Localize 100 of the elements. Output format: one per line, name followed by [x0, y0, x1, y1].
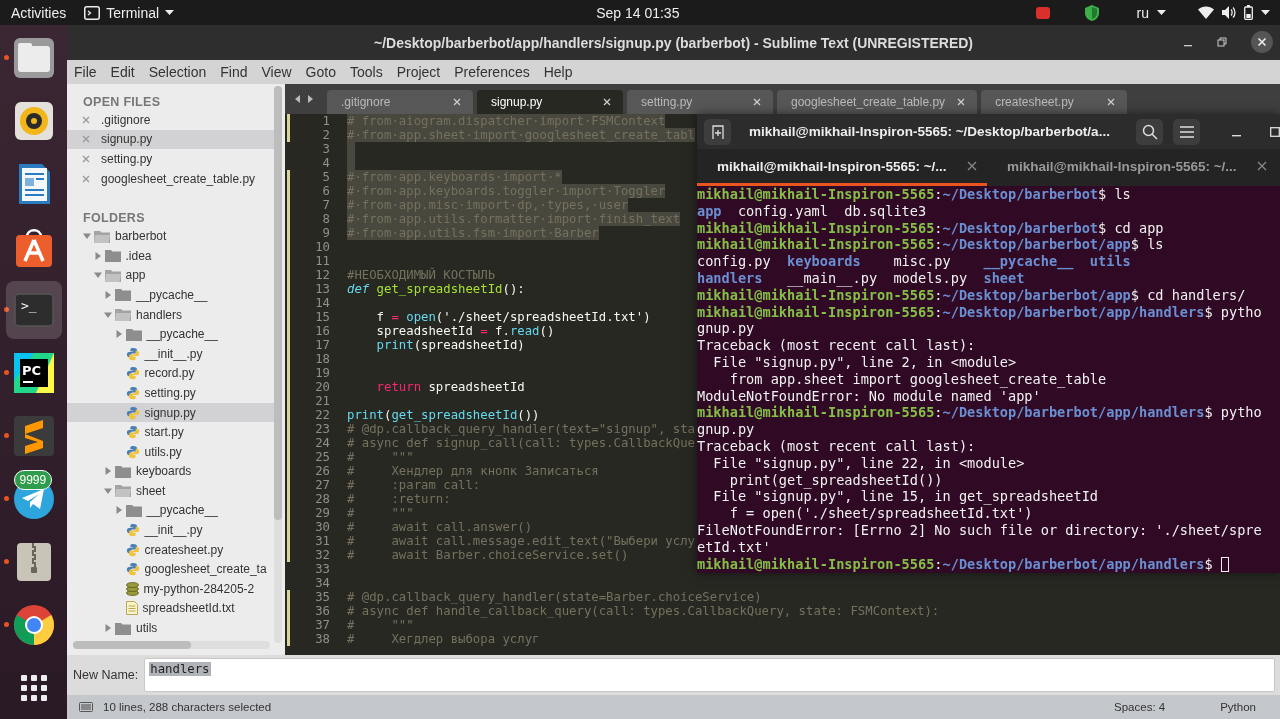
file-tab[interactable]: signup.py — [477, 90, 623, 114]
menu-item[interactable]: Project — [396, 64, 441, 80]
line-number: 3 — [322, 142, 330, 156]
tree-item[interactable]: record.py — [67, 363, 274, 384]
tree-item[interactable]: googlesheet_create_ta — [67, 559, 274, 580]
browser-icon — [11, 602, 56, 647]
file-tab[interactable]: setting.py — [627, 90, 773, 114]
ide-icon: PC — [11, 350, 56, 395]
clock[interactable]: Sep 14 01:35 — [596, 4, 680, 21]
maximize-icon[interactable] — [1270, 126, 1280, 137]
code-line: # await Barber.choiceService.set() — [347, 548, 629, 562]
tree-item[interactable]: barberbot — [67, 226, 274, 246]
collapsed-arrow-icon[interactable] — [93, 251, 102, 260]
menu-button[interactable] — [1173, 118, 1200, 145]
tree-item[interactable]: __init__.py — [67, 343, 274, 364]
open-file-item[interactable]: .gitignore — [67, 110, 274, 130]
open-file-item[interactable]: setting.py — [67, 149, 274, 169]
tree-item[interactable]: __pycache__ — [67, 324, 274, 344]
line-number: 14 — [315, 296, 330, 310]
open-file-item[interactable]: signup.py — [67, 129, 274, 150]
code-line: f = open('./sheet/spreadsheetId.txt') — [375, 310, 651, 324]
terminal-line: mikhail@mikhail-Inspiron-5565:~/Desktop/barberbot/app$ ls — [697, 236, 1165, 254]
shield-icon[interactable] — [1084, 4, 1099, 21]
tree-item[interactable]: utils.py — [67, 441, 274, 462]
tree-item[interactable]: keyboards — [67, 461, 274, 482]
tree-item[interactable]: __init__.py — [67, 520, 274, 540]
new-tab-button[interactable] — [704, 118, 731, 145]
tree-item[interactable]: __pycache__ — [67, 500, 274, 521]
vertical-scrollbar[interactable] — [274, 86, 282, 643]
menu-item[interactable]: Selection — [148, 64, 207, 80]
terminal-line: config.py keyboards misc.py __pycache__ utils — [697, 253, 1132, 270]
file-tab[interactable]: createsheet.py — [981, 90, 1128, 114]
tree-item[interactable]: app — [67, 265, 274, 286]
tree-item[interactable]: handlers — [67, 304, 274, 325]
open-file-item[interactable]: googlesheet_create_table.py — [67, 168, 274, 189]
menu-item[interactable]: Find — [220, 64, 248, 80]
collapsed-arrow-icon[interactable] — [114, 506, 123, 515]
terminal-tab[interactable]: mikhail@mikhail-Inspiron-5565: ~/... — [987, 149, 1277, 186]
tree-item[interactable]: .idea — [67, 245, 274, 266]
expanded-arrow-icon[interactable] — [104, 310, 112, 319]
tree-item[interactable]: start.py — [67, 422, 274, 442]
line-number: 30 — [315, 520, 330, 534]
line-number: 5 — [322, 170, 330, 184]
new-tab-icon — [709, 123, 726, 140]
tab-scroll-arrows-icon[interactable] — [295, 95, 313, 103]
code-line: # Хендлер для кнопк Записаться — [347, 464, 599, 478]
collapsed-arrow-icon[interactable] — [104, 290, 112, 299]
expanded-arrow-icon[interactable] — [104, 486, 112, 495]
line-number: 6 — [322, 184, 330, 198]
caret-icon — [165, 10, 175, 15]
line-number: 19 — [315, 366, 330, 380]
volume-icon[interactable] — [1222, 6, 1236, 19]
tree-item[interactable]: createsheet.py — [67, 539, 274, 560]
tree-item[interactable]: setting.py — [67, 383, 274, 403]
wifi-icon[interactable] — [1198, 6, 1214, 19]
menu-item[interactable]: File — [74, 64, 97, 80]
tree-item[interactable]: signup.py — [67, 402, 274, 423]
expanded-arrow-icon[interactable] — [83, 232, 91, 241]
close-icon[interactable] — [1251, 31, 1273, 53]
keyboard-layout-menu[interactable]: ru — [1136, 4, 1149, 21]
indicator-icon[interactable] — [1034, 5, 1051, 20]
search-button[interactable] — [1136, 118, 1163, 145]
section-heading: OPEN FILES — [82, 94, 162, 110]
file-tab[interactable]: .gitignore — [327, 90, 473, 114]
menu-item[interactable]: Edit — [110, 64, 135, 80]
menu-item[interactable]: View — [261, 64, 292, 80]
dock-launcher[interactable]: PC — [5, 343, 62, 402]
terminal-line: etId.txt' — [697, 538, 772, 556]
menu-item[interactable]: Preferences — [454, 64, 530, 80]
file-tab[interactable]: googlesheet_create_table.py — [777, 90, 978, 114]
menu-item[interactable]: Goto — [305, 64, 336, 80]
syntax-setting[interactable]: Python — [1220, 701, 1256, 713]
terminal-tab[interactable]: mikhail@mikhail-Inspiron-5565: ~/... — [697, 149, 987, 186]
collapsed-arrow-icon[interactable] — [114, 330, 123, 339]
dock-launcher[interactable]: 9999 — [5, 469, 62, 528]
menu-item[interactable]: Help — [543, 64, 573, 80]
dock-launcher[interactable]: >_ — [5, 280, 62, 339]
input-field[interactable]: handlers — [144, 658, 1275, 692]
restore-icon[interactable] — [1217, 37, 1227, 47]
tree-item[interactable]: spreadsheetId.txt — [67, 598, 274, 619]
indentation-setting[interactable]: Spaces: 4 — [1114, 701, 1166, 713]
activities-button[interactable]: Activities — [11, 4, 67, 21]
tree-item[interactable]: __pycache__ — [67, 285, 274, 305]
horizontal-scrollbar[interactable] — [73, 641, 270, 649]
tree-item[interactable]: sheet — [67, 481, 274, 501]
battery-icon[interactable] — [1244, 5, 1253, 20]
terminal-line: handlers __main__.py models.py sheet — [697, 270, 1026, 287]
app-menu[interactable]: Terminal — [84, 4, 175, 21]
line-number: 13 — [315, 282, 330, 296]
menu-item[interactable]: Tools — [349, 64, 383, 80]
close-icon[interactable] — [603, 98, 611, 106]
tree-item[interactable]: my-python-284205-2 — [67, 579, 274, 599]
collapsed-arrow-icon[interactable] — [104, 624, 112, 633]
python-file-icon — [125, 366, 140, 381]
monitor-icon[interactable] — [79, 701, 93, 713]
tree-item[interactable]: utils — [67, 618, 274, 638]
expanded-arrow-icon[interactable] — [93, 271, 102, 280]
folder-icon — [125, 504, 142, 517]
collapsed-arrow-icon[interactable] — [104, 467, 112, 476]
line-number: 25 — [315, 450, 330, 464]
